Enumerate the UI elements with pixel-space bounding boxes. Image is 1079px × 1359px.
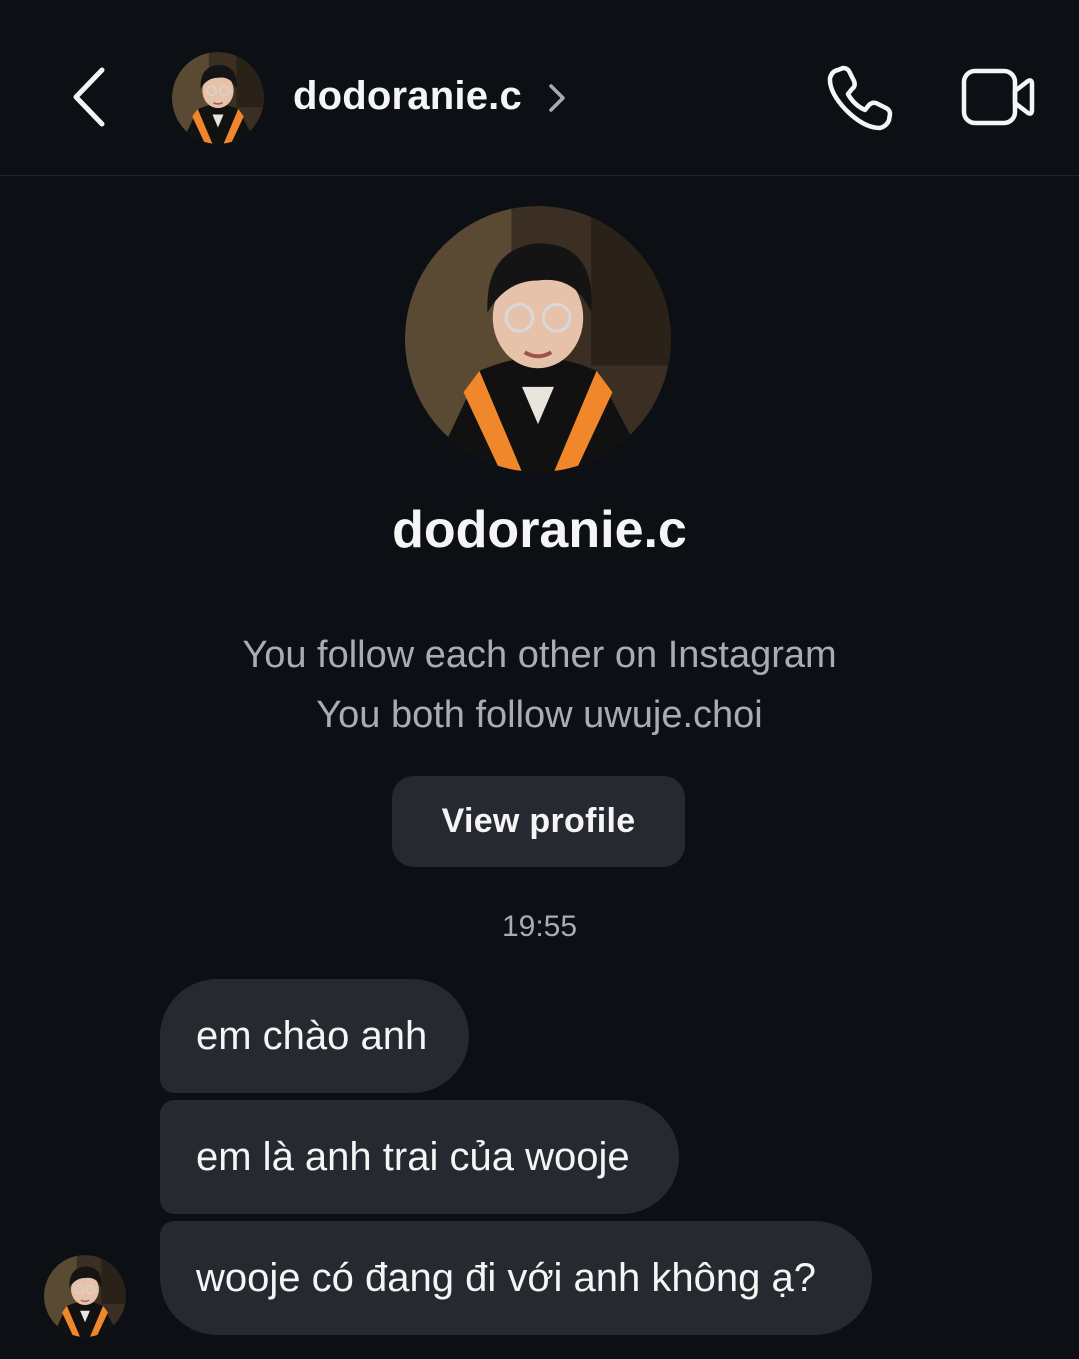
message-text: em chào anh xyxy=(196,1013,428,1058)
message-bubble[interactable]: wooje có đang đi với anh không ạ? xyxy=(160,1221,872,1335)
profile-username: dodoranie.c xyxy=(392,501,687,559)
sender-avatar[interactable] xyxy=(44,1255,126,1337)
profile-avatar[interactable] xyxy=(405,206,671,472)
message-bubble[interactable]: em là anh trai của wooje xyxy=(160,1100,679,1214)
video-camera-icon xyxy=(958,64,1038,130)
header-avatar[interactable] xyxy=(172,52,264,144)
back-button[interactable] xyxy=(64,62,118,132)
header-username[interactable]: dodoranie.c xyxy=(293,74,522,119)
message-text: em là anh trai của wooje xyxy=(196,1134,630,1179)
mutual-follow-text: You follow each other on Instagram xyxy=(242,634,837,676)
message-text: wooje có đang đi với anh không ạ? xyxy=(196,1255,816,1300)
view-profile-button[interactable]: View profile xyxy=(392,776,685,867)
audio-call-button[interactable] xyxy=(824,62,896,134)
video-call-button[interactable] xyxy=(958,64,1038,130)
chevron-right-icon[interactable] xyxy=(544,80,570,116)
chevron-left-icon xyxy=(64,62,118,132)
message-timestamp: 19:55 xyxy=(501,910,578,943)
message-bubble[interactable]: em chào anh xyxy=(160,979,469,1093)
phone-icon xyxy=(824,62,896,134)
chat-header: dodoranie.c xyxy=(0,0,1079,176)
shared-follow-text: You both follow uwuje.choi xyxy=(316,694,763,736)
